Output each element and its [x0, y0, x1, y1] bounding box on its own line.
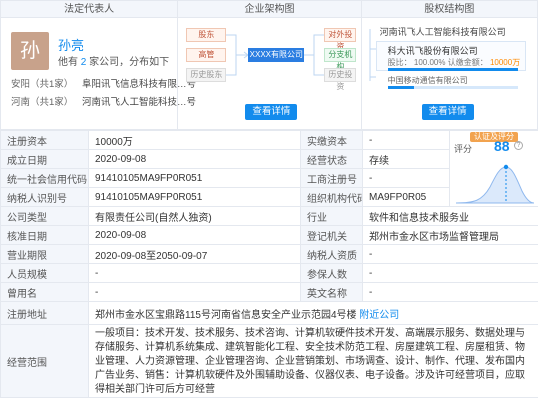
help-icon[interactable]: ? [514, 141, 523, 150]
score-cell[interactable]: 认证及评分 评分 88 ? [449, 130, 538, 207]
field-label: 核准日期 [0, 225, 89, 245]
field-label: 经营范围 [0, 324, 89, 398]
org-node-branches[interactable]: 分支机构 [324, 48, 357, 71]
summary-panels: 法定代表人 孙 孙亮 他有 2 家公司，分布如下 安阳（共1家） 阜阳讯飞信息科… [0, 0, 538, 130]
related-company-row[interactable]: 安阳（共1家） 阜阳讯飞信息科技有限…号 [11, 76, 196, 90]
field-value: 91410105MA9FP0R051 [88, 168, 301, 188]
legal-rep-panel: 法定代表人 孙 孙亮 他有 2 家公司，分布如下 安阳（共1家） 阜阳讯飞信息科… [1, 1, 196, 129]
field-label: 注册地址 [0, 301, 89, 325]
field-label: 行业 [300, 206, 363, 226]
field-label: 人员规模 [0, 263, 89, 283]
summary-suffix: 家公司，分布如下 [89, 57, 170, 68]
table-row: 公司类型 有限责任公司(自然人独资) 行业 软件和信息技术服务业 [0, 206, 538, 226]
org-node-executives[interactable]: 高管 [186, 48, 227, 62]
field-value: 2020-09-08 [88, 225, 301, 245]
related-company-row[interactable]: 河南（共1家） 河南讯飞人工智能科技…号 [11, 94, 196, 108]
legal-rep-title: 法定代表人 [1, 1, 178, 18]
field-label: 统一社会信用代码 [0, 168, 89, 188]
equity-pct-bar [387, 68, 518, 71]
legal-rep-summary: 他有 2 家公司，分布如下 [58, 53, 169, 68]
avatar[interactable]: 孙 [11, 32, 49, 70]
field-label: 成立日期 [0, 149, 89, 169]
field-value: 2020-09-08 [88, 149, 301, 169]
pct-label: 股比： [387, 58, 412, 67]
field-label: 英文名称 [300, 282, 363, 302]
field-label: 纳税人识别号 [0, 187, 89, 207]
holder-name[interactable]: 科大讯飞股份有限公司 [388, 44, 478, 57]
field-value: - [88, 263, 301, 283]
equity-chart-panel: 股权结构图 河南讯飞人工智能科技有限公司 科大讯飞股份有限公司 股比： 100.… [361, 1, 537, 129]
field-value: 郑州市金水区市场监督管理局 [362, 225, 538, 245]
field-label: 参保人数 [300, 263, 363, 283]
field-value: 91410105MA9FP0R051 [88, 187, 301, 207]
amount-label: 认缴金额： [447, 58, 488, 67]
org-node-history-investments[interactable]: 历史投资 [324, 68, 357, 91]
field-value: - [362, 130, 450, 150]
score-label: 评分 [454, 144, 473, 154]
business-scope-text: 一般项目：技术开发、技术服务、技术咨询、计算机软硬件技术开发、高端展示服务、数据… [88, 324, 538, 398]
field-value: - [362, 244, 538, 264]
address-text: 郑州市金水区宝鼎路115号河南省信息安全产业示范园4号楼 [95, 309, 357, 321]
table-row: 人员规模 - 参保人数 - [0, 263, 538, 283]
nearby-companies-link[interactable]: 附近公司 [359, 310, 399, 321]
holder-name[interactable]: 中国移动通信有限公司 [388, 75, 468, 86]
field-label: 注册资本 [0, 130, 89, 150]
field-label: 营业期限 [0, 244, 89, 264]
field-value: 郑州市金水区宝鼎路115号河南省信息安全产业示范园4号楼 附近公司 [88, 301, 538, 325]
equity-chart-title: 股权结构图 [361, 1, 537, 18]
field-value: - [362, 263, 538, 283]
field-value: 10000万 [88, 130, 301, 150]
table-row-scope: 经营范围 一般项目：技术开发、技术服务、技术咨询、计算机软硬件技术开发、高端展示… [0, 324, 538, 398]
field-label: 工商注册号 [300, 168, 363, 188]
field-label: 经营状态 [300, 149, 363, 169]
field-label: 公司类型 [0, 206, 89, 226]
summary-count: 2 [80, 57, 87, 68]
field-label: 实缴资本 [300, 130, 363, 150]
equity-root[interactable]: 河南讯飞人工智能科技有限公司 [380, 25, 506, 38]
field-value: 有限责任公司(自然人独资) [88, 206, 301, 226]
holder-stake: 股比： 100.00% 认缴金额： 10000万 [388, 57, 521, 68]
table-row: 核准日期 2020-09-08 登记机关 郑州市金水区市场监督管理局 [0, 225, 538, 245]
field-value: - [362, 168, 450, 188]
pct-value: 100.00% [413, 58, 446, 67]
field-value: 2020-09-08至2050-09-07 [88, 244, 301, 264]
org-chart-title: 企业架构图 [178, 1, 361, 18]
score-curve-icon [455, 164, 534, 204]
summary-prefix: 他有 [58, 57, 78, 68]
region-tag: 安阳（共1家） [11, 79, 74, 90]
org-node-shareholders[interactable]: 股东 [186, 28, 227, 42]
field-value: MA9FP0R05 [362, 187, 450, 207]
region-tag: 河南（共1家） [11, 97, 74, 108]
org-node-investments[interactable]: 对外投资 [324, 28, 357, 51]
org-node-history-shareholders[interactable]: 历史股东 [186, 68, 227, 82]
field-value: 存续 [362, 149, 450, 169]
table-row: 注册资本 10000万 实缴资本 - 认证及评分 评分 88 ? [0, 130, 538, 207]
equity-pct-bar [387, 86, 518, 89]
field-label: 登记机关 [300, 225, 363, 245]
field-label: 组织机构代码 [300, 187, 363, 207]
field-label: 曾用名 [0, 282, 89, 302]
org-chart-detail-button[interactable]: 查看详情 [245, 104, 298, 120]
field-value: - [88, 282, 301, 302]
field-label: 纳税人资质 [300, 244, 363, 264]
field-value: 软件和信息技术服务业 [362, 206, 538, 226]
equity-chart-detail-button[interactable]: 查看详情 [421, 104, 474, 120]
score-value: 88 [494, 138, 510, 154]
legal-rep-name[interactable]: 孙亮 [58, 35, 84, 54]
table-row: 营业期限 2020-09-08至2050-09-07 纳税人资质 - [0, 244, 538, 264]
org-chart-panel: 企业架构图 股东 高管 历史股东 XXXX有限公司 对外投资 分支机构 历史投资… [178, 1, 362, 129]
business-info-table: 注册资本 10000万 实缴资本 - 认证及评分 评分 88 ? 成立日期 2020-0… [0, 130, 538, 398]
table-row: 曾用名 - 英文名称 - [0, 282, 538, 302]
org-node-company[interactable]: XXXX有限公司 [248, 48, 305, 62]
field-value: - [362, 282, 538, 302]
table-row-address: 注册地址 郑州市金水区宝鼎路115号河南省信息安全产业示范园4号楼 附近公司 [0, 301, 538, 325]
amount-value: 10000万 [489, 58, 521, 67]
